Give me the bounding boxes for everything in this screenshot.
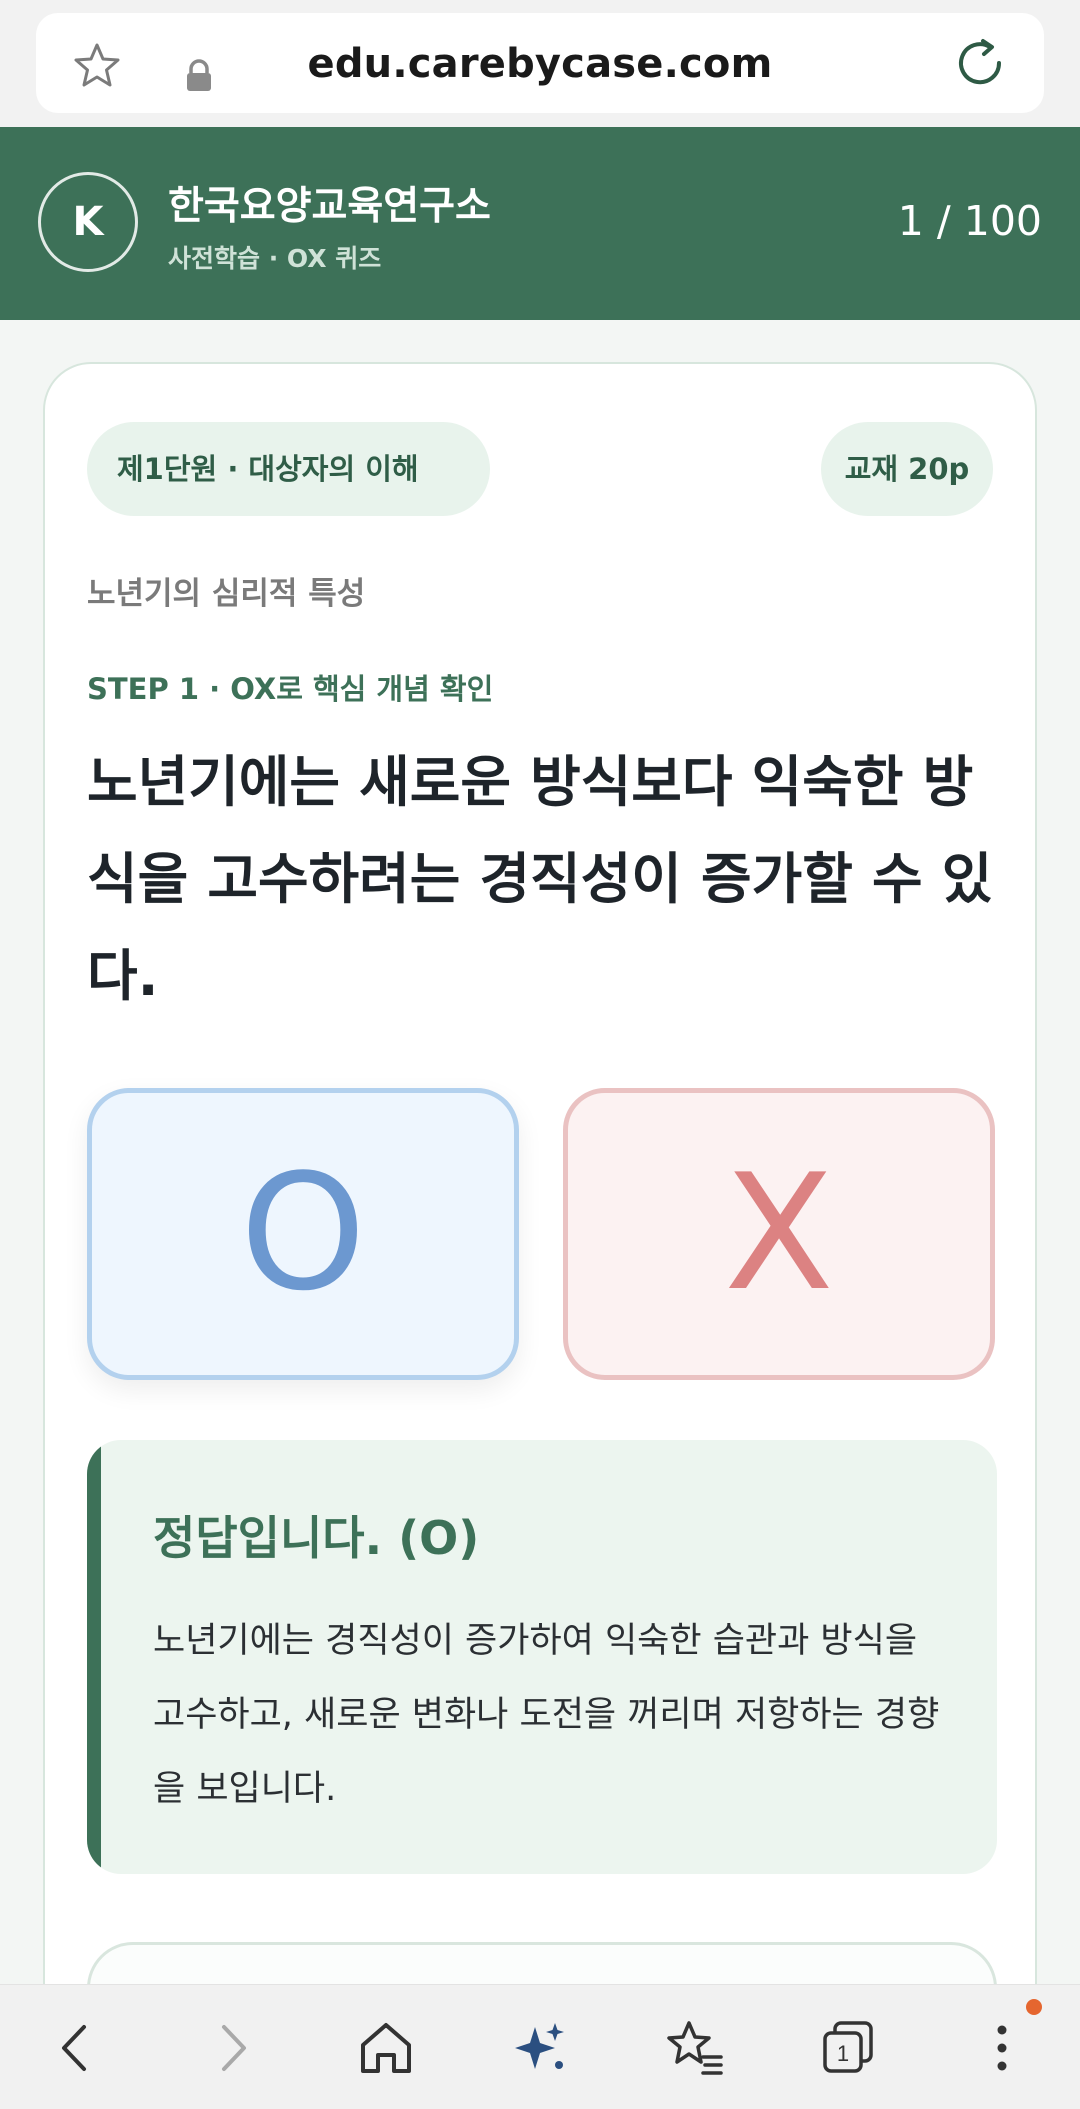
browser-toolbar: edu.carebycase.com [0, 0, 1080, 127]
feedback-panel: 정답입니다. (O) 노년기에는 경직성이 증가하여 익숙한 습관과 방식을 고… [87, 1440, 997, 1874]
reload-icon[interactable] [952, 35, 1008, 91]
ai-sparkle-icon[interactable] [505, 2013, 575, 2083]
answer-x-button[interactable]: X [563, 1088, 995, 1380]
forward-icon[interactable] [198, 2013, 268, 2083]
tabs-icon[interactable]: 1 [813, 2013, 883, 2083]
question-text: 노년기에는 새로운 방식보다 익숙한 방식을 고수하려는 경직성이 증가할 수 … [87, 750, 993, 1008]
quiz-card: 제1단원 · 대상자의 이해 교재 20p 노년기의 심리적 특성 STEP 1… [43, 362, 1037, 2109]
feedback-accent-bar [87, 1440, 101, 1874]
tab-count: 1 [837, 2041, 849, 2066]
address-bar[interactable]: edu.carebycase.com [36, 13, 1044, 113]
brand-subtitle: 사전학습 · OX 퀴즈 [168, 244, 382, 273]
bookmarks-icon[interactable] [659, 2013, 729, 2083]
feedback-title: 정답입니다. (O) [153, 1511, 480, 1565]
step-label: STEP 1 · OX로 핵심 개념 확인 [87, 672, 494, 706]
app-header: K 한국요양교육연구소 사전학습 · OX 퀴즈 1 / 100 [0, 127, 1080, 320]
topic-label: 노년기의 심리적 특성 [87, 576, 366, 612]
avatar: K [38, 172, 138, 272]
answer-o-button[interactable]: O [87, 1088, 519, 1380]
notification-dot [1026, 1999, 1042, 2015]
unit-chip: 제1단원 · 대상자의 이해 [87, 422, 490, 516]
home-icon[interactable] [351, 2013, 421, 2083]
browser-bottom-nav: 1 [0, 1984, 1080, 2109]
back-icon[interactable] [40, 2013, 110, 2083]
url-text[interactable]: edu.carebycase.com [36, 41, 1044, 87]
question-progress: 1 / 100 [897, 197, 1042, 245]
brand-title: 한국요양교육연구소 [168, 184, 491, 229]
feedback-explanation: 노년기에는 경직성이 증가하여 익숙한 습관과 방식을 고수하고, 새로운 변화… [153, 1621, 940, 1809]
more-menu-icon[interactable] [967, 2013, 1037, 2083]
page: edu.carebycase.com K 한국요양교육연구소 사전학습 · OX… [0, 0, 1080, 2109]
textbook-page-chip: 교재 20p [821, 422, 993, 516]
